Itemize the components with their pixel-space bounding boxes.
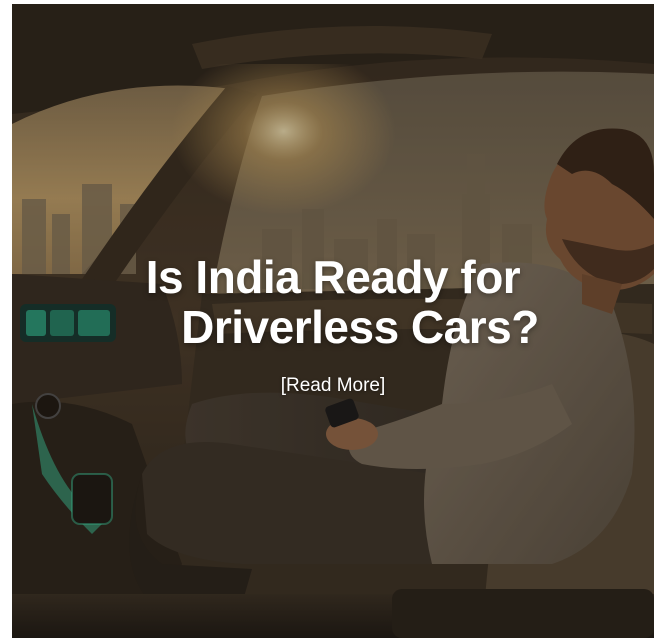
headline-line-1: Is India Ready for — [145, 251, 521, 303]
read-more-link[interactable]: [Read More] — [12, 374, 654, 398]
headline-line-2: Driverless Cars? — [181, 301, 539, 353]
headline: Is India Ready for Driverless Cars? — [12, 252, 654, 352]
post-image: Is India Ready for Driverless Cars? [Rea… — [12, 4, 654, 638]
